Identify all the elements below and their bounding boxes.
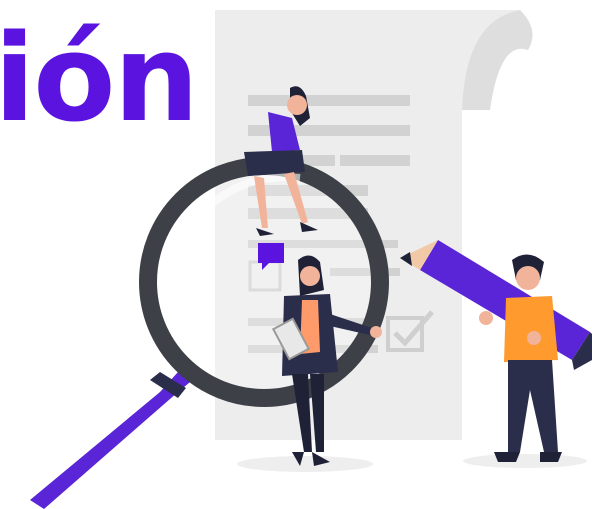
search-illustration bbox=[30, 10, 592, 509]
ground-shadow-right bbox=[463, 454, 587, 468]
ground-shadow-left bbox=[237, 456, 373, 472]
illustration-stage: ión bbox=[0, 0, 592, 509]
